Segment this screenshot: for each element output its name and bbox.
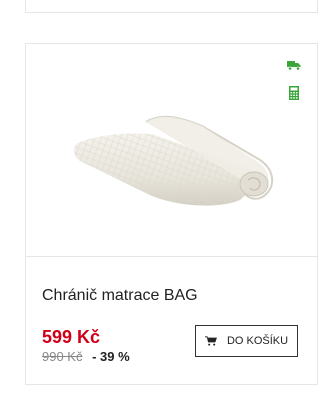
shopping-cart-icon (204, 336, 217, 346)
add-to-cart-label: DO KOŠÍKU (226, 335, 289, 347)
product-badges (287, 58, 301, 100)
previous-product-card (25, 0, 318, 13)
old-price-row: 990 Kč - 39 % (42, 349, 130, 364)
discount-badge: - 39 % (92, 349, 130, 364)
calculator-icon (289, 86, 299, 100)
delivery-truck-icon (287, 61, 301, 71)
product-card: Chránič matrace BAG 599 Kč 990 Kč - 39 %… (25, 43, 318, 385)
product-price: 599 Kč (42, 327, 101, 347)
mattress-protector-image (74, 115, 274, 206)
old-price: 990 Kč (42, 349, 83, 364)
product-image-area[interactable] (26, 44, 317, 257)
product-title[interactable]: Chránič matrace BAG (42, 287, 198, 305)
add-to-cart-button[interactable]: DO KOŠÍKU (195, 325, 298, 357)
